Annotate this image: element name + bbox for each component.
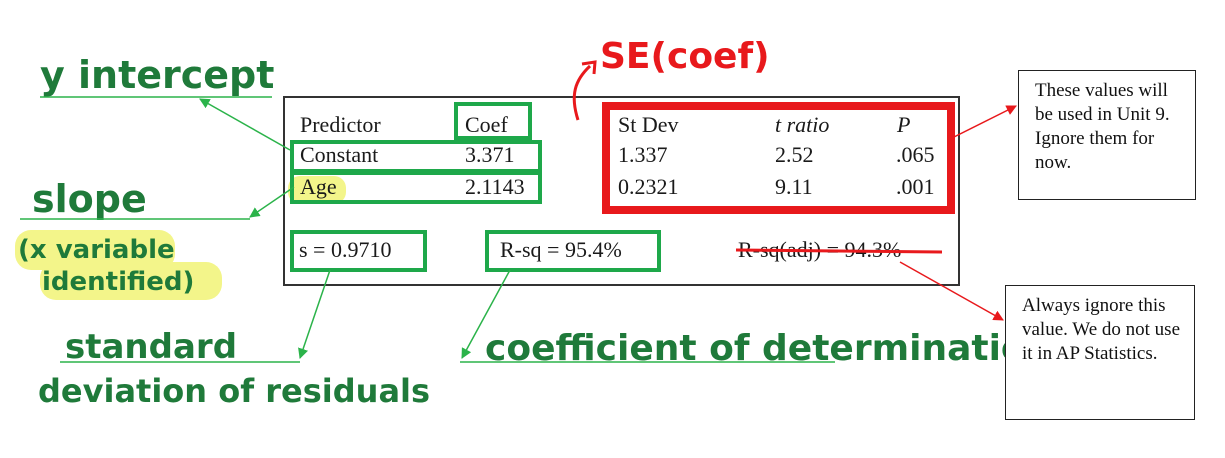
s-value: s = 0.9710 bbox=[299, 237, 391, 262]
slope-note-line2: identified) bbox=[42, 267, 194, 297]
ignore-note: Always ignore this value. We do not use … bbox=[1005, 285, 1195, 420]
y-intercept-label: y intercept bbox=[40, 53, 274, 97]
row-age-stdev: 0.2321 bbox=[618, 174, 679, 199]
row-constant-label: Constant bbox=[300, 142, 378, 167]
ignore-arrow bbox=[899, 261, 1004, 321]
header-t-ratio: t ratio bbox=[775, 112, 829, 137]
unit9-note: These values will be used in Unit 9. Ign… bbox=[1018, 70, 1196, 200]
row-age-p: .001 bbox=[896, 174, 935, 199]
slope-arrow bbox=[249, 186, 295, 218]
se-coef-label: SE(coef) bbox=[600, 36, 770, 77]
row-age-tratio: 9.11 bbox=[775, 174, 813, 199]
std-dev-arrow bbox=[298, 269, 331, 359]
output-table: Predictor Coef St Dev t ratio P Constant… bbox=[299, 112, 935, 262]
coef-determination-label: coefficient of determination bbox=[485, 328, 1051, 369]
header-predictor: Predictor bbox=[300, 112, 381, 137]
row-constant-tratio: 2.52 bbox=[775, 142, 814, 167]
row-constant-stdev: 1.337 bbox=[618, 142, 668, 167]
header-st-dev: St Dev bbox=[618, 112, 679, 137]
std-dev-label-line2: deviation of residuals bbox=[38, 372, 430, 410]
header-coef: Coef bbox=[465, 112, 508, 137]
ignore-note-text: Always ignore this value. We do not use … bbox=[1022, 295, 1181, 364]
row-constant-p: .065 bbox=[896, 142, 935, 167]
row-age-coef: 2.1143 bbox=[465, 174, 525, 199]
std-dev-label-line1: standard bbox=[65, 327, 237, 367]
row-constant-coef: 3.371 bbox=[465, 142, 515, 167]
rsq-value: R-sq = 95.4% bbox=[500, 237, 622, 262]
slope-note-line1: (x variable bbox=[18, 235, 175, 265]
unit9-arrow bbox=[951, 105, 1017, 139]
y-intercept-arrow bbox=[199, 98, 291, 151]
unit9-note-text: These values will be used in Unit 9. Ign… bbox=[1035, 80, 1170, 173]
rsq-adj-strikethrough bbox=[735, 248, 943, 254]
row-age-label: Age bbox=[300, 174, 337, 199]
se-coef-arrow bbox=[572, 64, 592, 121]
header-p: P bbox=[896, 112, 910, 137]
slope-label: slope bbox=[32, 177, 147, 221]
